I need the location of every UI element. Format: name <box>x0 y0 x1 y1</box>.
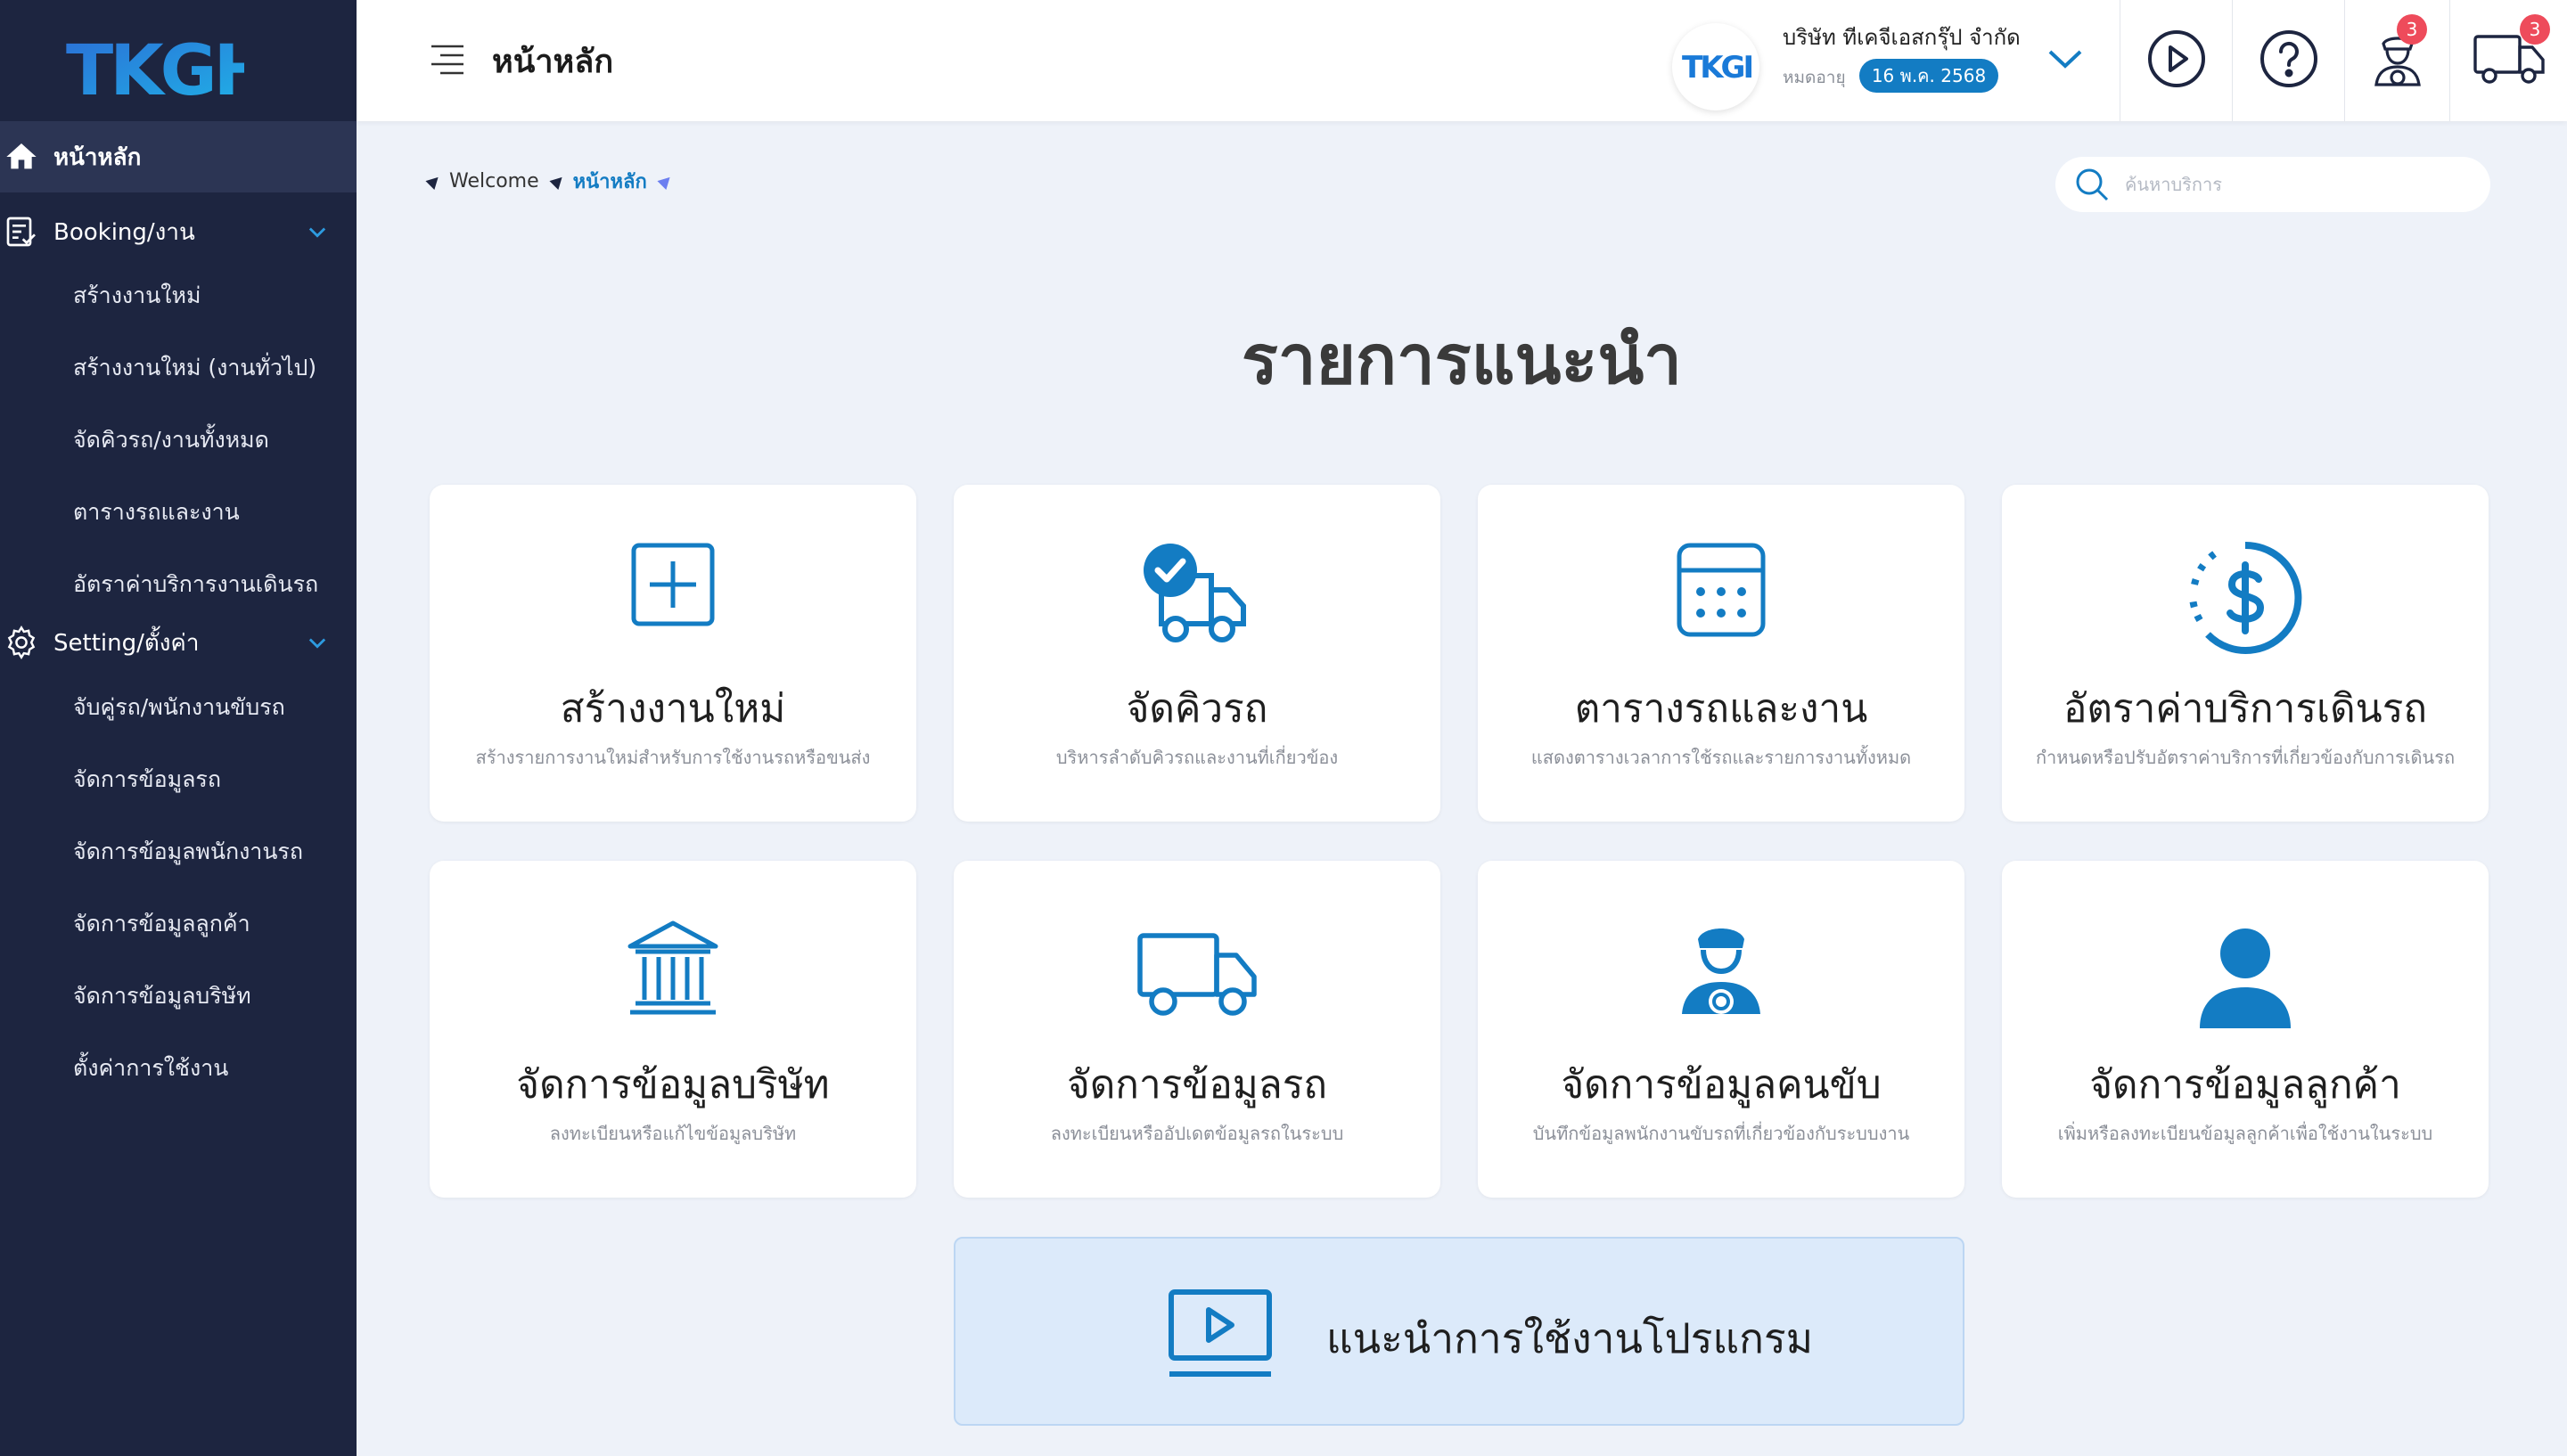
play-tutorial-button[interactable] <box>2120 0 2233 121</box>
card-title: อัตราค่าบริการเดินรถ <box>2063 686 2427 732</box>
card-schedule[interactable]: ตารางรถและงาน แสดงตารางเวลาการใช้รถและรา… <box>1478 485 1964 822</box>
card-title: จัดการข้อมูลบริษัท <box>516 1062 830 1108</box>
user-icon <box>2002 928 2489 1035</box>
sidebar-item-label: Booking/งาน <box>53 218 195 246</box>
sidebar-subitem-schedule[interactable]: ตารางรถและงาน <box>73 486 340 539</box>
sidebar-item-setting[interactable]: Setting/ตั้งค่า <box>0 607 357 678</box>
breadcrumb-welcome[interactable]: Welcome <box>449 170 539 192</box>
program-guide-button[interactable]: แนะนำการใช้งานโปรแกรม <box>954 1237 1964 1426</box>
card-title: สร้างงานใหม่ <box>560 686 786 732</box>
svg-text:TKGH: TKGH <box>1682 50 1751 85</box>
sidebar-subitem-preferences[interactable]: ตั้งค่าการใช้งาน <box>73 1042 340 1095</box>
sidebar-item-home[interactable]: หน้าหลัก <box>0 121 357 192</box>
plus-square-icon <box>430 540 916 647</box>
card-title: จัดการข้อมูลรถ <box>1066 1062 1328 1108</box>
sidebar-subitem-customers[interactable]: จัดการข้อมูลลูกค้า <box>73 897 340 951</box>
card-rates[interactable]: อัตราค่าบริการเดินรถ กำหนดหรือปรับอัตราค… <box>2002 485 2489 822</box>
card-title: จัดการข้อมูลลูกค้า <box>2089 1062 2401 1108</box>
search-icon <box>2073 166 2111 203</box>
card-title: จัดการข้อมูลคนขับ <box>1561 1062 1882 1108</box>
card-description: ลงทะเบียนหรือแก้ไขข้อมูลบริษัท <box>549 1123 797 1144</box>
card-description: เพิ่มหรือลงทะเบียนข้อมูลลูกค้าเพื่อใช้งา… <box>2057 1123 2433 1144</box>
sidebar-subitem-queue-all[interactable]: จัดคิวรถ/งานทั้งหมด <box>73 413 340 467</box>
brand-logo[interactable]: TKGH <box>66 31 272 111</box>
play-circle-icon <box>2146 29 2207 93</box>
card-vehicles[interactable]: จัดการข้อมูลรถ ลงทะเบียนหรืออัปเดตข้อมูล… <box>954 861 1440 1198</box>
sidebar-item-label: หน้าหลัก <box>53 143 142 171</box>
bank-icon <box>430 920 916 1027</box>
chevron-down-icon[interactable] <box>2045 41 2086 77</box>
driver-notification-button[interactable]: 3 <box>2344 0 2450 121</box>
card-title: จัดคิวรถ <box>1126 686 1268 732</box>
breadcrumb-arrow-icon <box>657 172 675 191</box>
svg-text:TKGH: TKGH <box>66 34 244 105</box>
sidebar-subitem-vehicles[interactable]: จัดการข้อมูลรถ <box>73 753 340 806</box>
card-description: ลงทะเบียนหรืออัปเดตข้อมูลรถในระบบ <box>1050 1123 1344 1144</box>
expiry-label: หมดอายุ <box>1783 68 1846 87</box>
card-description: แสดงตารางเวลาการใช้รถและรายการงานทั้งหมด <box>1530 747 1912 768</box>
page-title: หน้าหลัก <box>492 44 614 80</box>
dollar-circle-icon <box>2002 540 2489 654</box>
sidebar-subitem-rates[interactable]: อัตราค่าบริการงานเดินรถ <box>73 558 340 611</box>
menu-icon[interactable] <box>428 43 467 78</box>
guide-label: แนะนำการใช้งานโปรแกรม <box>1326 1314 1814 1362</box>
video-play-icon <box>1166 1287 1275 1379</box>
chevron-down-icon <box>305 630 330 655</box>
notification-badge: 3 <box>2520 14 2550 45</box>
sidebar-subitem-company[interactable]: จัดการข้อมูลบริษัท <box>73 969 340 1023</box>
sidebar-subitem-pair-driver[interactable]: จับคู่รถ/พนักงานขับรถ <box>73 681 340 734</box>
sidebar-subitem-create-job[interactable]: สร้างงานใหม่ <box>73 269 340 323</box>
breadcrumb-arrow-icon <box>549 172 567 191</box>
card-description: กำหนดหรือปรับอัตราค่าบริการที่เกี่ยวข้อง… <box>2035 747 2456 768</box>
sidebar: TKGH หน้าหลัก Booking/งาน สร้างงานใหม่ ส… <box>0 0 357 1456</box>
breadcrumb-current: หน้าหลัก <box>572 171 647 193</box>
topbar: หน้าหลัก TKGH บริษัท ทีเคจีเอสกรุ๊ป จำกั… <box>357 0 2567 121</box>
company-name: บริษัท ทีเคจีเอสกรุ๊ป จำกัด <box>1783 25 2021 50</box>
card-queue[interactable]: จัดคิวรถ บริหารลำดับคิวรถและงานที่เกี่ยว… <box>954 485 1440 822</box>
truck-notification-button[interactable]: 3 <box>2449 0 2567 121</box>
search-input[interactable] <box>2123 173 2465 196</box>
card-description: สร้างรายการงานใหม่สำหรับการใช้งานรถหรือข… <box>475 747 871 768</box>
sidebar-item-booking[interactable]: Booking/งาน <box>0 196 357 267</box>
question-circle-icon <box>2259 29 2319 93</box>
home-icon <box>0 135 43 178</box>
calendar-icon <box>1478 540 1964 647</box>
chevron-down-icon <box>305 219 330 244</box>
card-drivers[interactable]: จัดการข้อมูลคนขับ บันทึกข้อมูลพนักงานขับ… <box>1478 861 1964 1198</box>
expiry-date-badge: 16 พ.ค. 2568 <box>1859 59 1998 93</box>
company-logo[interactable]: TKGH <box>1672 23 1759 110</box>
section-heading: รายการแนะนำ <box>1242 320 1682 399</box>
notification-badge: 3 <box>2397 14 2427 45</box>
card-description: บริหารลำดับคิวรถและงานที่เกี่ยวข้อง <box>1055 747 1339 768</box>
sidebar-subitem-create-general-job[interactable]: สร้างงานใหม่ (งานทั่วไป) <box>73 341 340 395</box>
card-customers[interactable]: จัดการข้อมูลลูกค้า เพิ่มหรือลงทะเบียนข้อ… <box>2002 861 2489 1198</box>
card-create-job[interactable]: สร้างงานใหม่ สร้างรายการงานใหม่สำหรับการ… <box>430 485 916 822</box>
sidebar-item-label: Setting/ตั้งค่า <box>53 629 200 657</box>
truck-icon <box>954 932 1440 1039</box>
gear-icon <box>0 621 43 664</box>
breadcrumb-arrow-icon <box>425 172 443 191</box>
search-bar <box>2055 157 2490 212</box>
checklist-icon <box>0 210 43 253</box>
help-button[interactable] <box>2232 0 2345 121</box>
truck-check-icon <box>954 540 1440 647</box>
card-description: บันทึกข้อมูลพนักงานขับรถที่เกี่ยวข้องกับ… <box>1532 1123 1910 1144</box>
breadcrumb: Welcome หน้าหลัก <box>425 166 681 197</box>
card-title: ตารางรถและงาน <box>1574 686 1868 732</box>
sidebar-subitem-staff[interactable]: จัดการข้อมูลพนักงานรถ <box>73 825 340 879</box>
card-company[interactable]: จัดการข้อมูลบริษัท ลงทะเบียนหรือแก้ไขข้อ… <box>430 861 916 1198</box>
driver-icon <box>1478 921 1964 1028</box>
